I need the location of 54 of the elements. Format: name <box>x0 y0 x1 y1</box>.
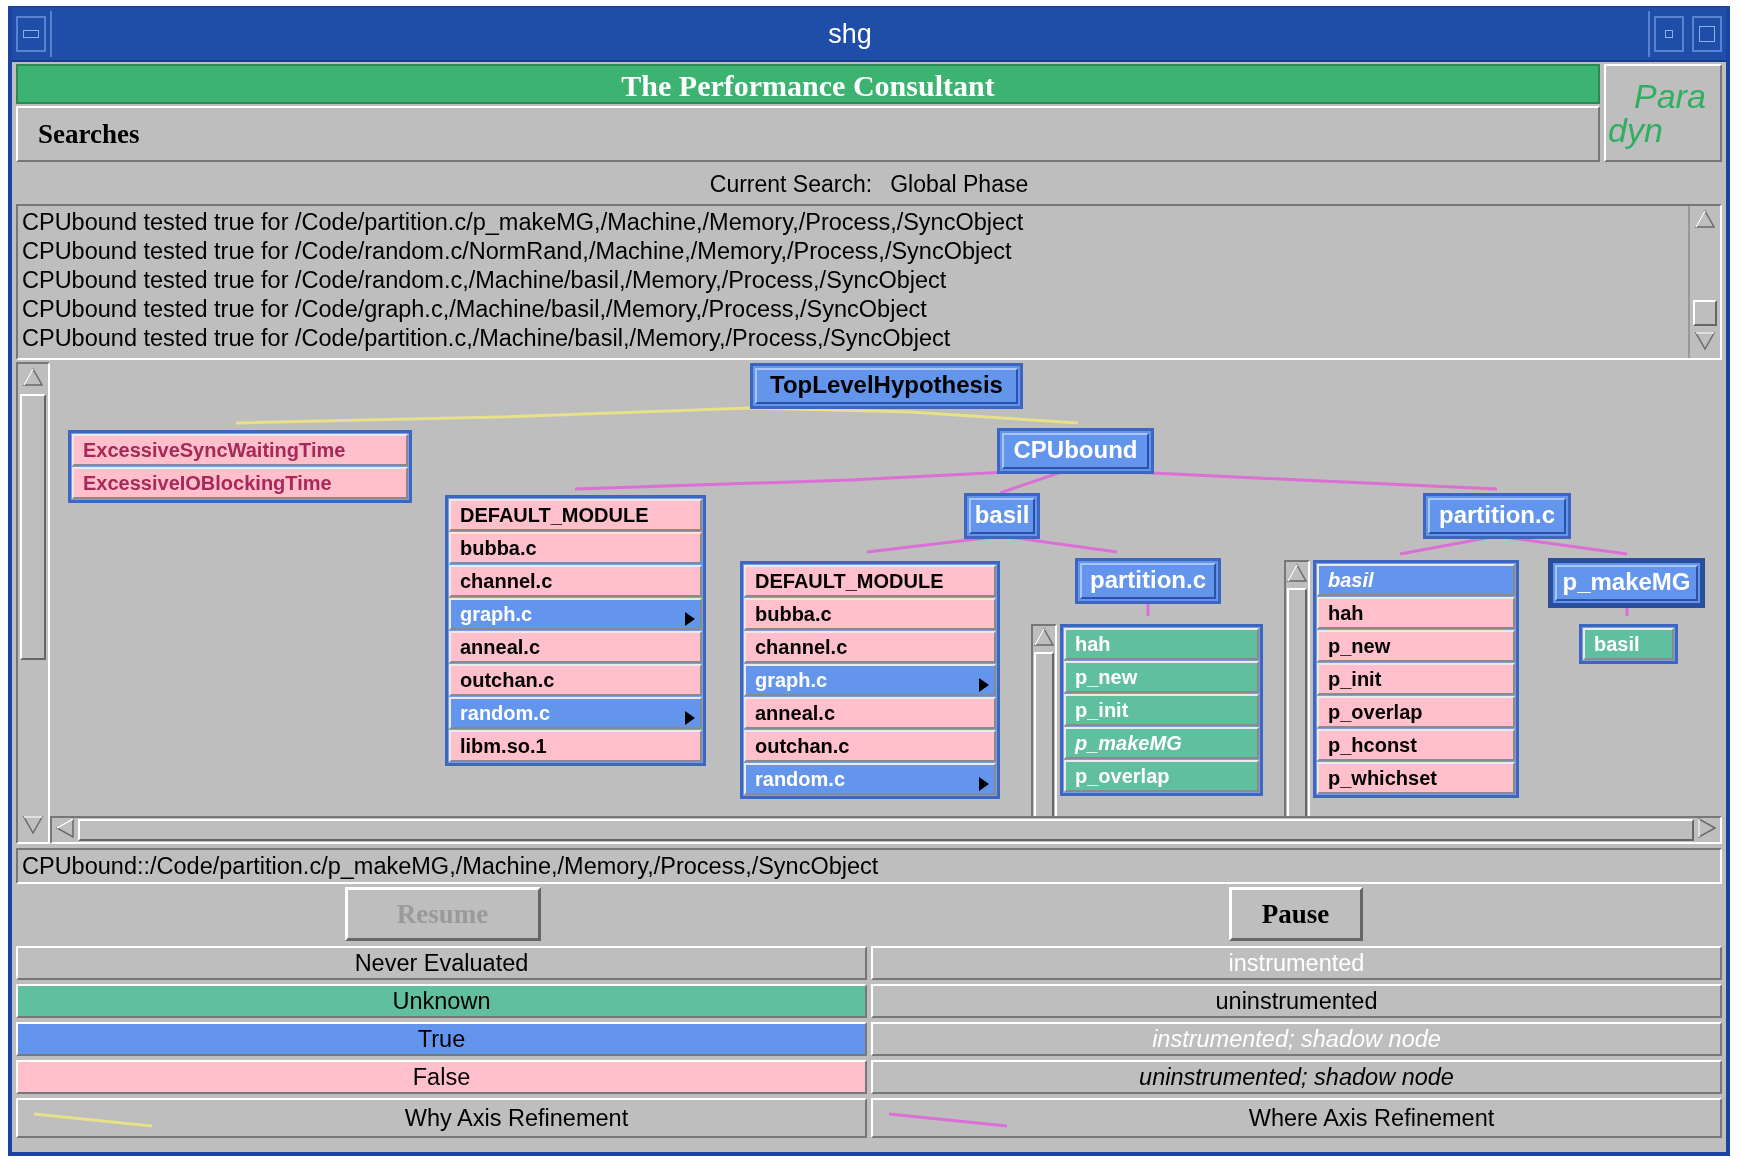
log-line: CPUbound tested true for /Code/random.c/NormRand,/Machine,/Memory,/Process,/SyncObject <box>22 237 1013 266</box>
searches-label: Searches <box>16 106 1600 162</box>
hypothesis-node[interactable]: TopLevelHypothesis <box>750 363 1023 409</box>
legend-label: Why Axis Refinement <box>404 1104 629 1132</box>
node-list-item[interactable]: p_new <box>1317 630 1515 662</box>
legend-entry: instrumented; shadow node <box>871 1022 1722 1056</box>
node-list-item[interactable]: p_whichset <box>1317 762 1515 794</box>
legend-swatch: True <box>16 1022 867 1056</box>
log-line: CPUbound tested true for /Code/random.c,/Machine/basil,/Memory,/Process,/SyncObject <box>22 266 948 295</box>
minimize-button[interactable] <box>1654 16 1684 52</box>
current-search-value: Global Phase <box>890 170 1029 198</box>
node-list-item[interactable]: outchan.c <box>744 730 996 762</box>
node-list-item[interactable]: bubba.c <box>449 532 702 564</box>
pause-button[interactable]: Pause <box>1228 887 1363 941</box>
window-title: shg <box>50 11 1650 57</box>
log-line: CPUbound tested true for /Code/graph.c,/Machine/basil,/Memory,/Process,/SyncObject <box>22 295 928 324</box>
panel-title: The Performance Consultant <box>16 64 1600 104</box>
node-list-item[interactable]: bubba.c <box>744 598 996 630</box>
node-list-item[interactable]: channel.c <box>744 631 996 663</box>
node-list-item[interactable]: outchan.c <box>449 664 702 696</box>
legend-swatch: False <box>16 1060 867 1094</box>
legend-entry: instrumented <box>871 946 1722 980</box>
node-list-item[interactable]: DEFAULT_MODULE <box>744 565 996 597</box>
vertical-scrollbar[interactable] <box>16 362 50 844</box>
node-list-item[interactable]: channel.c <box>449 565 702 597</box>
log-line: CPUbound tested true for /Code/partition.c,/Machine/basil,/Memory,/Process,/SyncObject <box>22 324 952 353</box>
current-search-label: Current Search: <box>709 170 873 198</box>
scroll-thumb[interactable] <box>20 394 46 660</box>
node-list-item[interactable]: libm.so.1 <box>449 730 702 762</box>
legend-entry: uninstrumented; shadow node <box>871 1060 1722 1094</box>
legend-line-icon <box>32 1110 152 1128</box>
scroll-thumb[interactable] <box>1693 300 1717 326</box>
node-list-item[interactable]: ExcessiveIOBlockingTime <box>72 467 408 499</box>
node-list-item[interactable]: DEFAULT_MODULE <box>449 499 702 531</box>
node-list-item[interactable]: anneal.c <box>449 631 702 663</box>
scroll-thumb[interactable] <box>78 819 1694 841</box>
node-list-item[interactable]: p_overlap <box>1317 696 1515 728</box>
maximize-button[interactable] <box>1692 16 1722 52</box>
selected-node-path: CPUbound::/Code/partition.c/p_makeMG,/Machine,/Memory,/Process,/SyncObject <box>16 848 1722 884</box>
scrollbar[interactable] <box>1688 206 1720 358</box>
node-list-item[interactable]: p_hconst <box>1317 729 1515 761</box>
legend-swatch: Unknown <box>16 984 867 1018</box>
node-list-item[interactable]: hah <box>1317 597 1515 629</box>
window-menu-button[interactable] <box>16 16 46 52</box>
node-list-item[interactable]: ExcessiveSyncWaitingTime <box>72 434 408 466</box>
legend-entry: uninstrumented <box>871 984 1722 1018</box>
log-line: CPUbound tested true for /Code/partition.c/p_makeMG,/Machine,/Memory,/Process,/SyncObject <box>22 208 1025 237</box>
paradyn-logo: Para dyn <box>1604 64 1722 162</box>
horizontal-scrollbar[interactable] <box>50 816 1722 844</box>
legend-line-icon <box>887 1110 1007 1128</box>
node-list-item[interactable]: p_init <box>1317 663 1515 695</box>
legend-swatch: Never Evaluated <box>16 946 867 980</box>
node-list-item[interactable]: anneal.c <box>744 697 996 729</box>
legend-label: Where Axis Refinement <box>1248 1104 1495 1132</box>
